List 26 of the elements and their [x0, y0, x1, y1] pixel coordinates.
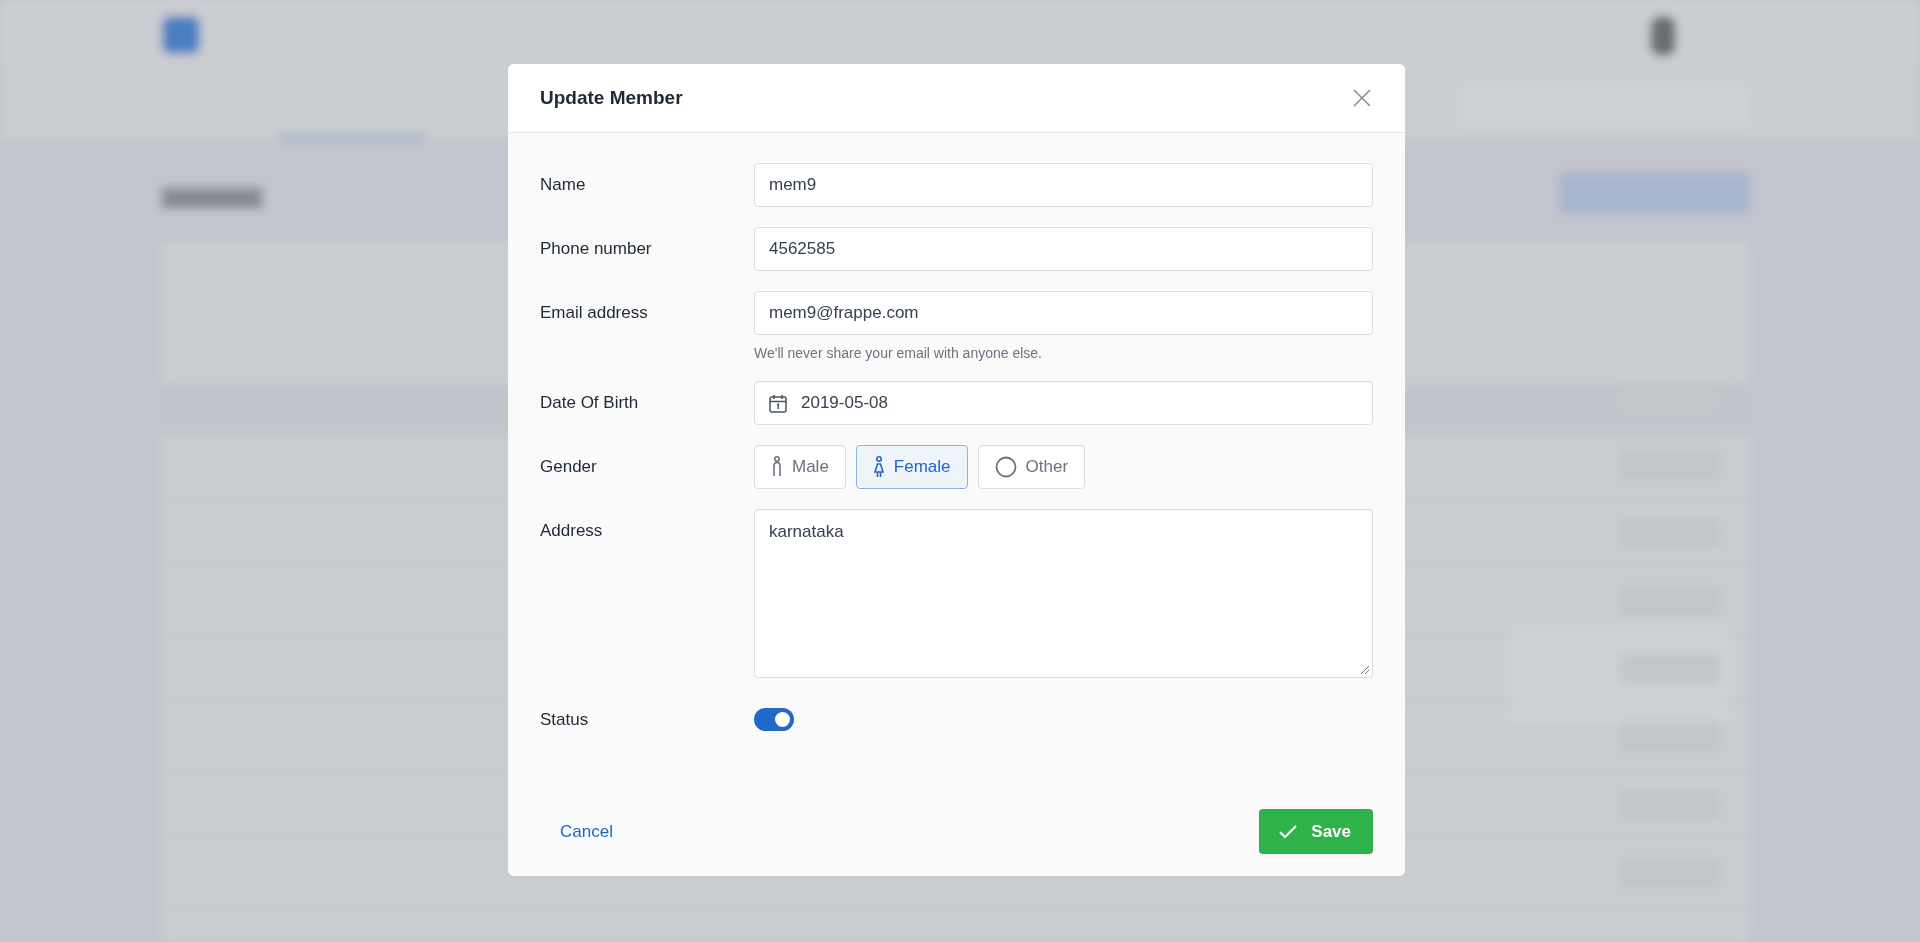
field-label: Gender [540, 456, 598, 477]
input-field[interactable]: mem9@frappe.com [754, 291, 1373, 335]
input-field[interactable]: 4562585 [754, 227, 1373, 271]
input-field[interactable]: mem9 [754, 163, 1373, 207]
field-label: Date Of Birth [540, 392, 640, 413]
date-field[interactable]: 2019-05-08 [754, 381, 1373, 425]
gender-option[interactable]: Other [977, 445, 1086, 489]
cancel-link[interactable]: Cancel [540, 811, 633, 852]
field-label: Status [540, 709, 590, 730]
calendar-icon [769, 393, 787, 413]
male-icon [771, 456, 783, 478]
close-icon[interactable] [1351, 87, 1373, 109]
status-switch[interactable] [754, 708, 794, 731]
address-textarea[interactable]: karnataka [754, 509, 1373, 678]
resize-grip-icon[interactable] [1360, 665, 1369, 674]
field-label: Email address [540, 302, 649, 323]
help-text: We'll never share your email with anyone else. [754, 345, 1043, 361]
dialog-title: Update Member [540, 87, 683, 109]
field-label: Address [540, 520, 604, 541]
circle-icon [994, 456, 1017, 478]
field-label: Name [540, 174, 587, 195]
field-label: Phone number [540, 238, 653, 259]
gender-option[interactable]: Female [855, 445, 968, 489]
gender-option[interactable]: Male [754, 445, 846, 489]
check-icon [1279, 824, 1298, 839]
female-icon [872, 456, 885, 478]
